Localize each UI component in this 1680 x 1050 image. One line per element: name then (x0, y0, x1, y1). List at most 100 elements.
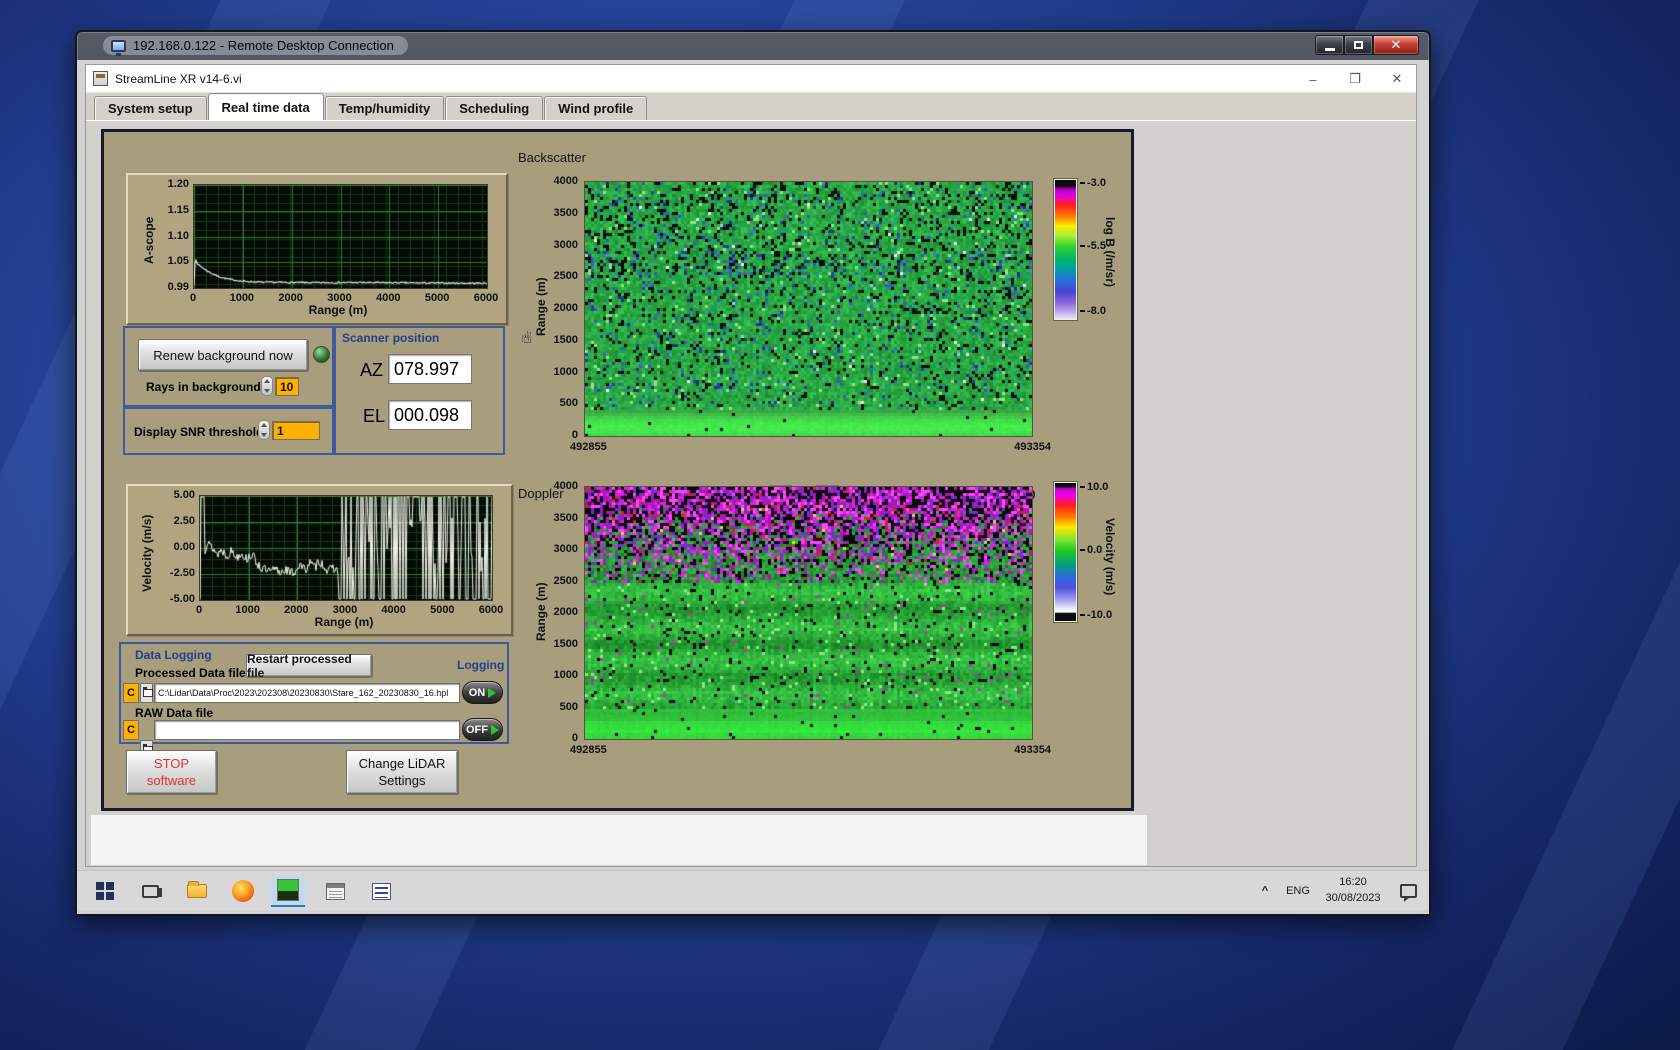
backscatter-x-end: 493354 (1014, 441, 1051, 453)
app-title: StreamLine XR v14-6.vi (115, 71, 242, 86)
task-view-button[interactable] (133, 875, 167, 907)
rays-value-field[interactable]: 10 (275, 377, 299, 396)
notification-icon (1399, 884, 1417, 902)
rdp-maximize-button[interactable] (1344, 35, 1373, 55)
backscatter-heatmap (584, 181, 1033, 437)
restart-processed-file-button[interactable]: Restart processed file (246, 652, 372, 680)
backscatter-colorbar (1054, 179, 1077, 320)
doppler-colorbar (1054, 482, 1077, 622)
snr-value-field[interactable]: 1 (272, 421, 320, 440)
el-value-field: 000.098 (388, 400, 472, 430)
rdp-minimize-button[interactable] (1315, 35, 1344, 55)
x-tick-label: 5000 (424, 292, 450, 304)
on-label: ON (468, 686, 486, 699)
snr-spinner[interactable] (258, 420, 270, 440)
app-restore-button[interactable]: ❐ (1344, 71, 1366, 87)
app-close-button[interactable]: ✕ (1386, 71, 1408, 87)
range-tick-label: 3500 (553, 206, 578, 219)
az-label: AZ (360, 360, 384, 380)
processed-drive-selector[interactable]: C (123, 683, 139, 703)
scanner-position-title: Scanner position (342, 331, 440, 345)
y-tick-label: 1.05 (167, 255, 189, 268)
data-logging-title: Data Logging (135, 648, 212, 662)
az-value-field: 078.997 (388, 354, 472, 384)
y-tick-label: 5.00 (173, 489, 195, 501)
clock-date: 30/08/2023 (1325, 892, 1381, 904)
pinned-app-button[interactable] (364, 875, 398, 907)
scanner-position-box: Scanner position AZ 078.997 EL 000.098 (334, 326, 505, 455)
tray-expand-button[interactable]: ^ (1253, 875, 1277, 907)
processed-logging-toggle[interactable]: ON (462, 681, 503, 704)
change-line2: Settings (378, 773, 426, 788)
language-label: ENG (1286, 885, 1310, 897)
backscatter-x-start: 492855 (570, 441, 607, 453)
folder-icon (187, 881, 207, 898)
velocity-xaxis-title: Range (m) (314, 615, 374, 629)
taskbar-clock[interactable]: 16:20 30/08/2023 (1317, 874, 1389, 906)
tab-real-time-data[interactable]: Real time data (207, 93, 324, 120)
mouse-cursor: ☝ (522, 329, 532, 346)
backscatter-colorbar-label: log B (/m/sr) (1103, 216, 1117, 287)
x-tick-label: 1000 (229, 292, 255, 304)
rdp-close-button[interactable]: ✕ (1373, 35, 1419, 55)
stop-software-button[interactable]: STOP software (126, 750, 217, 794)
x-tick-label: 4000 (381, 604, 406, 616)
renew-background-button[interactable]: Renew background now (138, 339, 308, 371)
firefox-icon (232, 880, 254, 902)
colorbar-tick-label: -5.5 (1080, 240, 1106, 252)
backscatter-section-title: Backscatter (518, 150, 586, 165)
app-minimize-button[interactable]: – (1302, 71, 1324, 87)
change-line1: Change LiDAR (358, 756, 446, 771)
tab-scheduling[interactable]: Scheduling (445, 96, 544, 120)
data-logging-box: Data Logging Processed Data file Restart… (119, 642, 509, 760)
chevron-up-icon: ^ (1261, 885, 1269, 897)
stop-line1: STOP (153, 756, 190, 771)
range-tick-label: 500 (559, 700, 578, 713)
tab-system-setup[interactable]: System setup (94, 96, 207, 120)
language-indicator[interactable]: ENG (1281, 875, 1315, 907)
y-tick-label: -2.50 (169, 567, 195, 579)
maximize-icon (1354, 41, 1363, 49)
y-tick-label: 0.00 (173, 541, 195, 553)
raw-logging-toggle[interactable]: OFF (462, 718, 503, 741)
minimize-icon (1324, 47, 1335, 51)
change-lidar-settings-button[interactable]: Change LiDAR Settings (346, 750, 458, 794)
range-tick-label: 1000 (553, 669, 578, 681)
colorbar-tick-label: -3.0 (1080, 177, 1106, 189)
rdp-titlebar[interactable]: 192.168.0.122 - Remote Desktop Connectio… (77, 32, 1429, 60)
on-indicator-icon (488, 687, 497, 698)
file-explorer-button[interactable] (180, 875, 214, 907)
scan-scheduler-button[interactable] (318, 875, 352, 907)
range-tick-label: 1000 (553, 365, 578, 378)
raw-path-field[interactable] (154, 720, 460, 740)
processed-browse-icon[interactable] (140, 683, 153, 703)
x-tick-label: 3000 (332, 604, 358, 616)
x-tick-label: 0 (195, 604, 203, 616)
rdp-title-pill: 192.168.0.122 - Remote Desktop Connectio… (103, 36, 408, 56)
y-tick-label: 1.15 (167, 203, 189, 216)
active-app-icon (277, 879, 299, 901)
rays-spinner[interactable] (261, 376, 273, 396)
velocity-yaxis-title: Velocity (m/s) (140, 514, 154, 592)
y-tick-label: 2.50 (173, 515, 195, 527)
doppler-colorbar-label: Velocity (m/s) (1103, 518, 1117, 596)
action-center-button[interactable] (1391, 875, 1425, 907)
app-titlebar[interactable]: StreamLine XR v14-6.vi – ❐ ✕ (86, 65, 1416, 93)
app-content: Backscatter Doppler Range (m) A-scope 1.… (86, 121, 1416, 866)
off-indicator-icon (491, 724, 499, 735)
range-tick-label: 500 (559, 397, 578, 410)
x-tick-label: 3000 (327, 292, 352, 304)
x-tick-label: 6000 (473, 292, 499, 304)
tab-temp-humidity[interactable]: Temp/humidity (324, 96, 445, 120)
range-tick-label: 4000 (553, 480, 578, 492)
colorbar-tick-label: 0.0 (1080, 544, 1102, 556)
background-controls-box: Renew background now Rays in background … (123, 326, 334, 407)
active-app-button[interactable] (271, 875, 305, 907)
firefox-button[interactable] (226, 875, 260, 907)
tab-wind-profile[interactable]: Wind profile (544, 96, 648, 120)
start-button[interactable] (88, 875, 122, 907)
panel-lower-margin (91, 815, 1147, 865)
processed-path-field[interactable]: C:\Lidar\Data\Proc\2023\202308\20230830\… (154, 683, 460, 703)
vi-icon (93, 71, 108, 86)
raw-drive-selector[interactable]: C (123, 720, 139, 740)
